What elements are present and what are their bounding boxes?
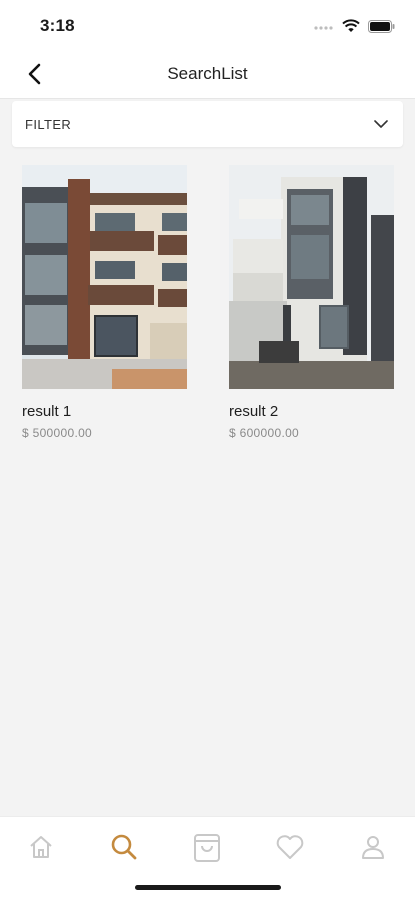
- profile-icon: [362, 836, 384, 859]
- property-photo: [229, 165, 394, 389]
- status-bar: 3:18: [0, 0, 415, 50]
- results-grid: result 1 $ 500000.00 result 2 $ 600000.0…: [22, 165, 402, 455]
- result-card[interactable]: result 2 $ 600000.00: [229, 165, 395, 440]
- navigation-bar: SearchList: [0, 50, 415, 99]
- home-indicator: [135, 885, 281, 890]
- tab-profile[interactable]: [353, 827, 393, 867]
- property-photo: [22, 165, 187, 389]
- result-price: $ 500000.00: [22, 426, 93, 440]
- heart-icon: [276, 835, 304, 859]
- page-title: SearchList: [167, 64, 248, 83]
- filter-dropdown[interactable]: FILTER: [12, 101, 403, 147]
- filter-label: FILTER: [25, 117, 72, 132]
- wifi-icon: [342, 19, 360, 32]
- tab-search[interactable]: [104, 827, 144, 867]
- cellular-signal-icon: [314, 26, 333, 30]
- bag-icon: [194, 834, 220, 862]
- chevron-down-icon: [374, 120, 388, 128]
- result-title: result 2: [229, 403, 279, 420]
- status-indicators: [314, 16, 395, 36]
- status-time: 3:18: [40, 16, 75, 35]
- home-icon: [30, 836, 52, 858]
- tab-home[interactable]: [21, 827, 61, 867]
- search-icon: [111, 834, 137, 860]
- tab-favorites[interactable]: [270, 827, 310, 867]
- result-title: result 1: [22, 403, 72, 420]
- result-card[interactable]: result 1 $ 500000.00: [22, 165, 188, 440]
- tab-cart[interactable]: [187, 827, 227, 867]
- result-price: $ 600000.00: [229, 426, 300, 440]
- battery-icon: [368, 19, 395, 33]
